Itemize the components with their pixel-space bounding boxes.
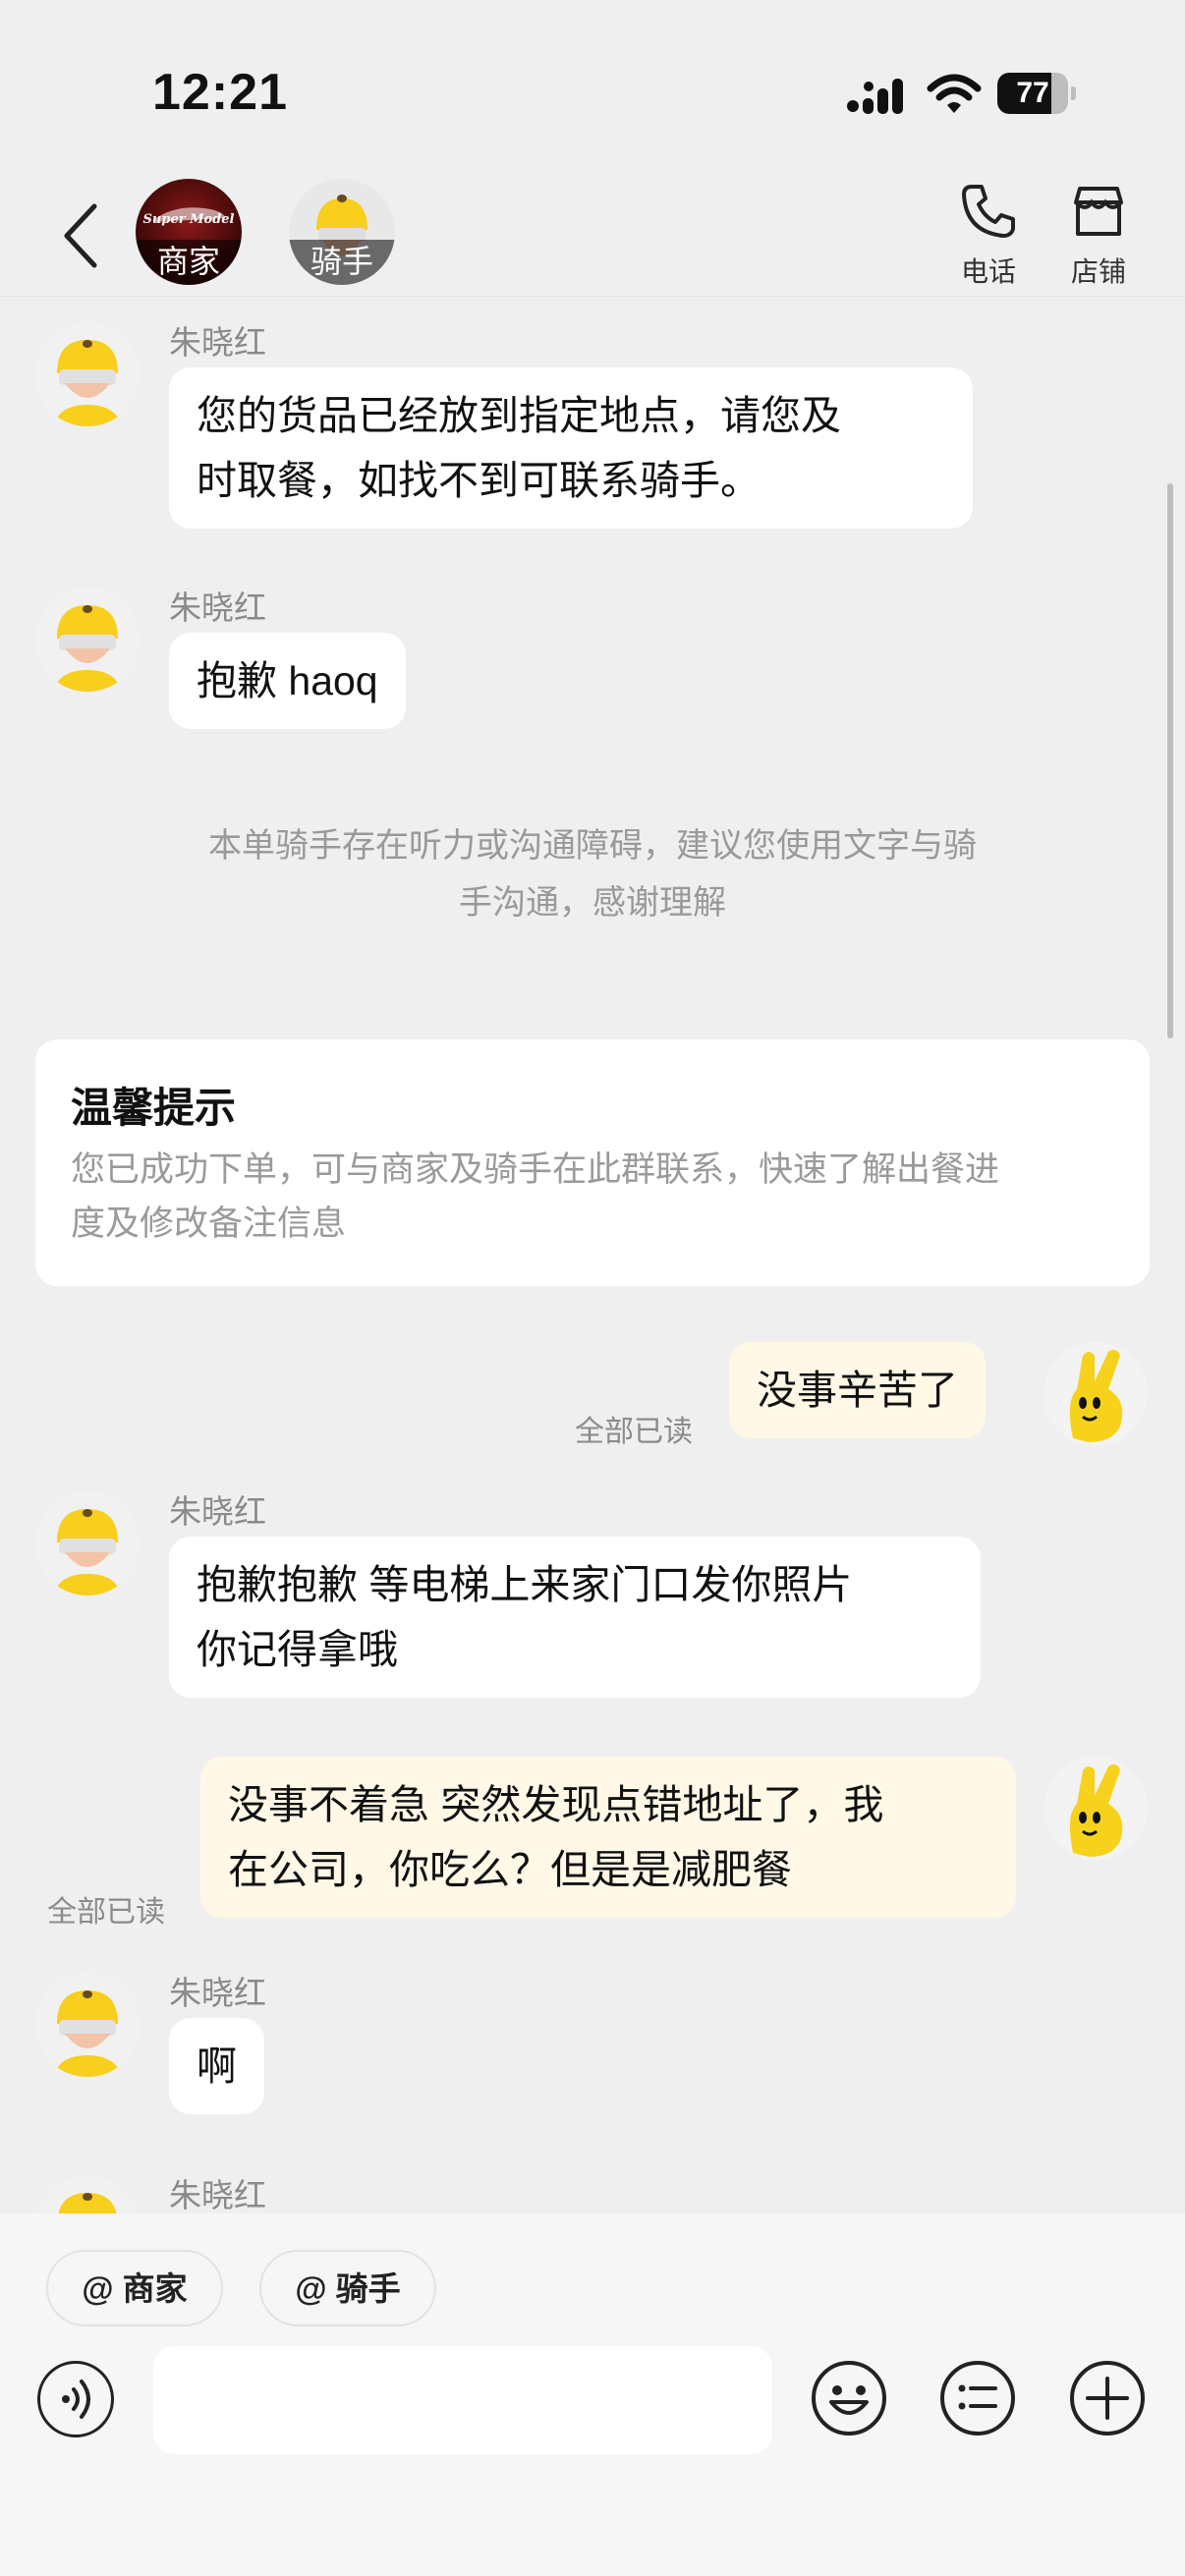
sender-name: 朱晓红 [169, 2177, 266, 2213]
hand-mascot-icon [1044, 1342, 1148, 1446]
merchant-avatar[interactable]: Super Model 商家 [136, 179, 242, 285]
system-notice: 本单骑手存在听力或沟通障碍，建议您使用文字与骑 手沟通，感谢理解 [138, 817, 1047, 931]
message-text: 抱歉 haoq [197, 658, 378, 703]
message-text: 啊 [197, 2044, 237, 2089]
message-line: 没事不着急 突然发现点错地址了，我 [228, 1782, 884, 1827]
rider-avatar[interactable] [35, 322, 140, 426]
mention-merchant-button[interactable]: @ 商家 [46, 2250, 223, 2326]
rider-avatar-icon [35, 322, 140, 426]
message-line: 时取餐，如找不到可联系骑手。 [197, 458, 761, 503]
merchant-label: 商家 [136, 240, 242, 285]
message-line: 您的货品已经放到指定地点，请您及 [197, 393, 841, 438]
message-input[interactable] [153, 2346, 772, 2454]
quick-reply-icon[interactable] [938, 2359, 1017, 2437]
hand-mascot-icon [1044, 1757, 1148, 1861]
system-notice-line: 手沟通，感谢理解 [459, 884, 726, 922]
scrollbar[interactable] [1167, 483, 1173, 1038]
message-line: 在公司，你吃么？但是是减肥餐 [228, 1847, 792, 1892]
tip-card: 温馨提示 您已成功下单，可与商家及骑手在此群联系，快速了解出餐进 度及修改备注信… [35, 1039, 1150, 1286]
message-line: 抱歉抱歉 等电梯上来家门口发你照片 [197, 1562, 853, 1607]
voice-icon [62, 2380, 90, 2419]
rider-avatar[interactable] [35, 588, 140, 692]
sender-name: 朱晓红 [169, 1975, 266, 2011]
read-status: 全部已读 [47, 1896, 165, 1929]
sender-name: 朱晓红 [169, 1493, 266, 1530]
message-bubble[interactable]: 啊 [169, 2018, 264, 2114]
mention-rider-button[interactable]: @ 骑手 [259, 2250, 436, 2326]
sender-name: 朱晓红 [169, 324, 266, 361]
store-button[interactable]: 店铺 [1049, 181, 1148, 290]
tip-title: 温馨提示 [71, 1085, 237, 1131]
rider-avatar-icon [35, 588, 140, 692]
add-icon[interactable] [1068, 2359, 1147, 2437]
message-text: 没事辛苦了 [757, 1368, 958, 1413]
status-time: 12:21 [152, 64, 288, 121]
call-label: 电话 [960, 256, 1016, 287]
battery-indicator: 77 [997, 73, 1076, 114]
status-bar: 12:21 77 [0, 0, 1185, 167]
store-label: 店铺 [1070, 256, 1126, 287]
store-icon [1074, 187, 1123, 236]
rider-avatar[interactable] [35, 1491, 140, 1596]
phone-icon [962, 185, 1015, 238]
my-message-bubble[interactable]: 没事辛苦了 [729, 1342, 986, 1438]
rider-label: 骑手 [289, 240, 395, 285]
rider-avatar-icon [35, 1491, 140, 1596]
cellular-signal-icon [847, 79, 903, 114]
wifi-icon [927, 74, 982, 113]
composer-bar: @ 商家 @ 骑手 [0, 2213, 1185, 2576]
tip-description: 您已成功下单，可与商家及骑手在此群联系，快速了解出餐进 度及修改备注信息 [71, 1143, 1114, 1251]
back-arrow-icon[interactable] [57, 196, 106, 275]
rider-avatar[interactable] [35, 1973, 140, 2077]
sender-name: 朱晓红 [169, 589, 266, 626]
message-bubble[interactable]: 抱歉抱歉 等电梯上来家门口发你照片 你记得拿哦 [169, 1537, 981, 1698]
message-bubble[interactable]: 您的货品已经放到指定地点，请您及 时取餐，如找不到可联系骑手。 [169, 367, 973, 529]
system-notice-line: 本单骑手存在听力或沟通障碍，建议您使用文字与骑 [208, 827, 977, 865]
message-line: 你记得拿哦 [197, 1627, 398, 1672]
my-avatar[interactable] [1044, 1757, 1148, 1861]
emoji-icon[interactable] [810, 2359, 888, 2437]
read-status: 全部已读 [575, 1416, 693, 1448]
my-message-bubble[interactable]: 没事不着急 突然发现点错地址了，我 在公司，你吃么？但是是减肥餐 [200, 1757, 1016, 1918]
tip-line: 您已成功下单，可与商家及骑手在此群联系，快速了解出餐进 [71, 1150, 1000, 1189]
voice-input-button[interactable] [37, 2361, 114, 2437]
call-button[interactable]: 电话 [939, 181, 1038, 290]
my-avatar[interactable] [1044, 1342, 1148, 1446]
battery-level: 77 [1016, 77, 1049, 109]
chat-header: Super Model 商家 骑手 电话 店铺 [0, 167, 1185, 297]
merchant-brand: Super Model [142, 212, 235, 227]
rider-avatar[interactable]: 骑手 [289, 179, 395, 285]
rider-avatar-icon [35, 1973, 140, 2077]
message-bubble[interactable]: 抱歉 haoq [169, 633, 406, 729]
tip-line: 度及修改备注信息 [71, 1204, 347, 1243]
